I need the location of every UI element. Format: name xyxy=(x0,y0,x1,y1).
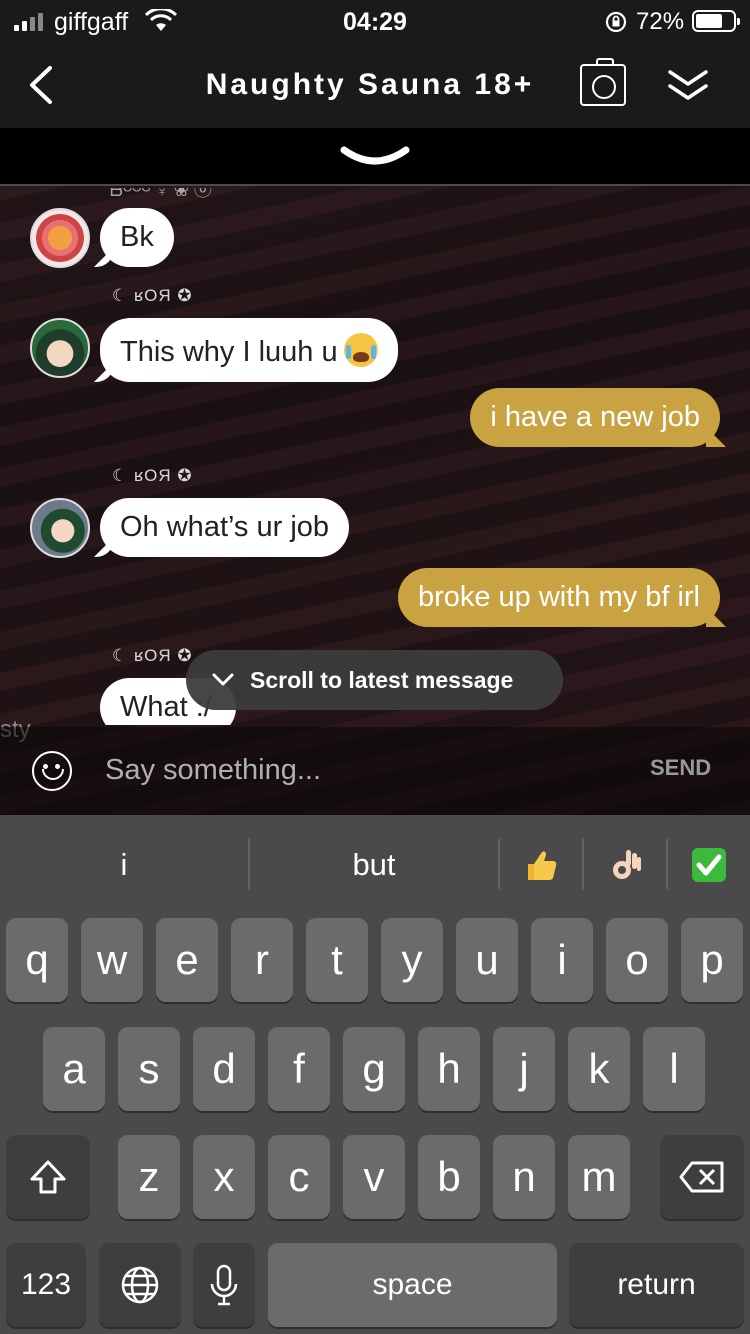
suggestion-item[interactable]: but xyxy=(250,835,498,895)
suggestion-bar: i but xyxy=(0,815,750,915)
battery-icon xyxy=(692,10,740,32)
key-h[interactable]: h xyxy=(418,1027,480,1111)
key-a[interactable]: a xyxy=(43,1027,105,1111)
shift-arrow-icon xyxy=(30,1160,66,1194)
thumbs-up-emoji-icon[interactable] xyxy=(500,835,582,895)
key-d[interactable]: d xyxy=(193,1027,255,1111)
emoji-picker-icon[interactable] xyxy=(32,751,72,791)
key-l[interactable]: l xyxy=(643,1027,705,1111)
key-q[interactable]: q xyxy=(6,918,68,1002)
key-v[interactable]: v xyxy=(343,1135,405,1219)
key-e[interactable]: e xyxy=(156,918,218,1002)
key-b[interactable]: b xyxy=(418,1135,480,1219)
avatar[interactable] xyxy=(30,498,90,558)
ok-hand-emoji-icon[interactable] xyxy=(584,835,666,895)
key-i[interactable]: i xyxy=(531,918,593,1002)
key-f[interactable]: f xyxy=(268,1027,330,1111)
key-r[interactable]: r xyxy=(231,918,293,1002)
numbers-key[interactable]: 123 xyxy=(6,1243,86,1327)
message-bubble-outgoing[interactable]: broke up with my bf irl xyxy=(397,568,720,627)
backspace-icon xyxy=(679,1161,724,1193)
message-bubble-incoming[interactable]: This why I luuh u xyxy=(100,318,398,382)
status-bar: giffgaff 04:29 72% xyxy=(0,0,750,50)
sender-name: ☾ ʁOЯ ✪ xyxy=(112,286,193,305)
message-list[interactable]: ᗷᴼᴼᴳ ♀ ❀ ⓞ Bk ☾ ʁOЯ ✪ This why I luuh u … xyxy=(0,188,750,725)
battery-percent: 72% xyxy=(636,8,685,35)
check-mark-emoji-icon[interactable] xyxy=(668,835,750,895)
key-z[interactable]: z xyxy=(118,1135,180,1219)
key-w[interactable]: w xyxy=(81,918,143,1002)
microphone-icon xyxy=(210,1264,238,1306)
key-x[interactable]: x xyxy=(193,1135,255,1219)
crying-face-emoji-icon xyxy=(343,333,378,367)
chevron-down-icon xyxy=(340,146,410,165)
scroll-to-latest-button[interactable]: Scroll to latest message xyxy=(186,650,563,710)
key-j[interactable]: j xyxy=(493,1027,555,1111)
backspace-key[interactable] xyxy=(660,1135,744,1219)
sender-name: ☾ ʁOЯ ✪ xyxy=(112,646,193,665)
compose-bar: SEND xyxy=(0,727,750,815)
key-t[interactable]: t xyxy=(306,918,368,1002)
avatar[interactable] xyxy=(30,208,90,268)
camera-icon[interactable] xyxy=(580,58,626,106)
chat-title: Naughty Sauna 18+ xyxy=(205,68,535,101)
expand-handle[interactable] xyxy=(0,128,750,186)
globe-icon xyxy=(121,1266,159,1304)
send-button[interactable]: SEND xyxy=(650,755,711,781)
avatar[interactable] xyxy=(30,318,90,378)
message-bubble-incoming[interactable]: Bk xyxy=(100,208,174,267)
scroll-to-latest-label: Scroll to latest message xyxy=(250,666,514,693)
key-k[interactable]: k xyxy=(568,1027,630,1111)
key-g[interactable]: g xyxy=(343,1027,405,1111)
suggestion-item[interactable]: i xyxy=(0,835,248,895)
key-m[interactable]: m xyxy=(568,1135,630,1219)
message-input[interactable] xyxy=(105,747,625,793)
message-text: This why I luuh u xyxy=(120,336,338,368)
key-p[interactable]: p xyxy=(681,918,743,1002)
key-o[interactable]: o xyxy=(606,918,668,1002)
rotation-lock-icon xyxy=(605,11,627,33)
globe-key[interactable] xyxy=(99,1243,181,1327)
chat-screen: giffgaff 04:29 72% Naughty Sauna 18+ ᗷᴼᴼ… xyxy=(0,0,750,1334)
key-s[interactable]: s xyxy=(118,1027,180,1111)
chat-header: Naughty Sauna 18+ xyxy=(0,50,750,128)
shift-key[interactable] xyxy=(6,1135,90,1219)
chevron-down-icon xyxy=(212,673,234,686)
double-chevron-down-icon[interactable] xyxy=(666,64,710,108)
message-bubble-incoming[interactable]: Oh what’s ur job xyxy=(100,498,350,557)
dictation-key[interactable] xyxy=(193,1243,255,1327)
key-y[interactable]: y xyxy=(381,918,443,1002)
sender-name: ᗷᴼᴼᴳ ♀ ❀ ⓞ xyxy=(110,188,212,200)
message-bubble-outgoing[interactable]: i have a new job xyxy=(470,388,720,447)
keyboard: i but qwertyuiopasdfghjklzxcvbnm 123 spa… xyxy=(0,815,750,1334)
sender-name: ☾ ʁOЯ ✪ xyxy=(112,466,193,485)
key-c[interactable]: c xyxy=(268,1135,330,1219)
key-n[interactable]: n xyxy=(493,1135,555,1219)
space-key[interactable]: space xyxy=(268,1243,557,1327)
return-key[interactable]: return xyxy=(569,1243,744,1327)
key-u[interactable]: u xyxy=(456,918,518,1002)
